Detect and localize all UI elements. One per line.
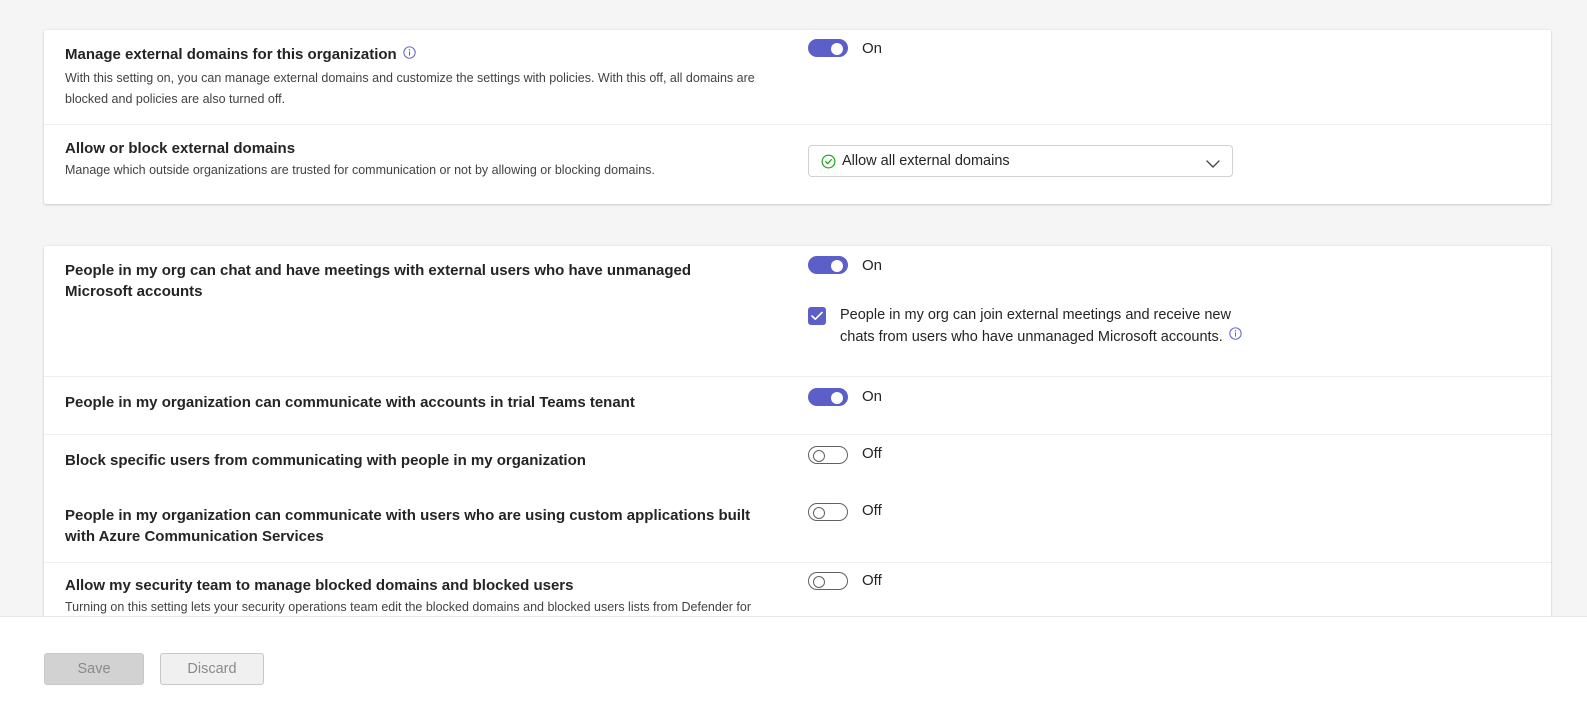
acs-row: People in my organization can communicat… (44, 490, 1551, 560)
block-users-toggle-label: Off (862, 445, 882, 462)
allow-block-dropdown[interactable]: Allow all external domains (808, 145, 1233, 177)
unmanaged-join-checkbox[interactable] (808, 307, 826, 325)
chevron-down-icon (1206, 156, 1220, 174)
trial-tenant-toggle-label: On (862, 388, 883, 405)
toggle-knob (813, 576, 825, 588)
allow-block-description: Manage which outside organizations are t… (65, 163, 655, 177)
block-users-row: Block specific users from communicating … (44, 435, 1551, 490)
external-domains-card: Manage external domains for this organiz… (44, 30, 1551, 204)
footer-bar: Save Discard (0, 616, 1587, 719)
trial-tenant-toggle[interactable] (808, 388, 848, 406)
security-team-toggle[interactable] (808, 572, 848, 590)
manage-domains-toggle-label: On (862, 40, 883, 57)
check-circle-icon (821, 154, 836, 174)
acs-toggle[interactable] (808, 503, 848, 521)
manage-domains-title: Manage external domains for this organiz… (65, 44, 765, 66)
manage-domains-title-text: Manage external domains for this organiz… (65, 46, 397, 63)
security-team-description: Turning on this setting lets your securi… (65, 600, 751, 614)
unmanaged-join-checkbox-text: People in my org can join external meeti… (840, 307, 1231, 345)
toggle-knob (831, 260, 843, 272)
unmanaged-accounts-row: People in my org can chat and have meeti… (44, 246, 1551, 376)
block-users-title: Block specific users from communicating … (65, 452, 586, 469)
discard-button[interactable]: Discard (160, 653, 264, 685)
manage-domains-toggle[interactable] (808, 39, 848, 57)
toggle-knob (831, 43, 843, 55)
security-team-title: Allow my security team to manage blocked… (65, 577, 574, 594)
unmanaged-join-checkbox-label: People in my org can join external meeti… (840, 304, 1260, 348)
toggle-knob (831, 392, 843, 404)
unmanaged-accounts-title: People in my org can chat and have meeti… (65, 262, 692, 300)
manage-domains-description: With this setting on, you can manage ext… (65, 71, 755, 106)
checkmark-icon (811, 311, 823, 321)
unmanaged-accounts-toggle-label: On (862, 257, 883, 274)
acs-toggle-label: Off (862, 502, 882, 519)
trial-tenant-row: People in my organization can communicat… (44, 377, 1551, 434)
allow-block-row: Allow or block external domains Manage w… (44, 125, 1551, 204)
toggle-knob (813, 507, 825, 519)
acs-title: People in my organization can communicat… (65, 507, 751, 545)
allow-block-selected-value: Allow all external domains (842, 153, 1010, 169)
external-users-card: People in my org can chat and have meeti… (44, 246, 1551, 646)
security-team-toggle-label: Off (862, 572, 882, 589)
toggle-knob (813, 450, 825, 462)
trial-tenant-title: People in my organization can communicat… (65, 394, 635, 411)
info-icon[interactable] (1229, 325, 1242, 347)
manage-domains-row: Manage external domains for this organiz… (44, 30, 1551, 124)
block-users-toggle[interactable] (808, 446, 848, 464)
unmanaged-accounts-toggle[interactable] (808, 256, 848, 274)
info-icon[interactable] (403, 44, 416, 65)
save-button[interactable]: Save (44, 653, 144, 685)
allow-block-title: Allow or block external domains (65, 140, 296, 157)
